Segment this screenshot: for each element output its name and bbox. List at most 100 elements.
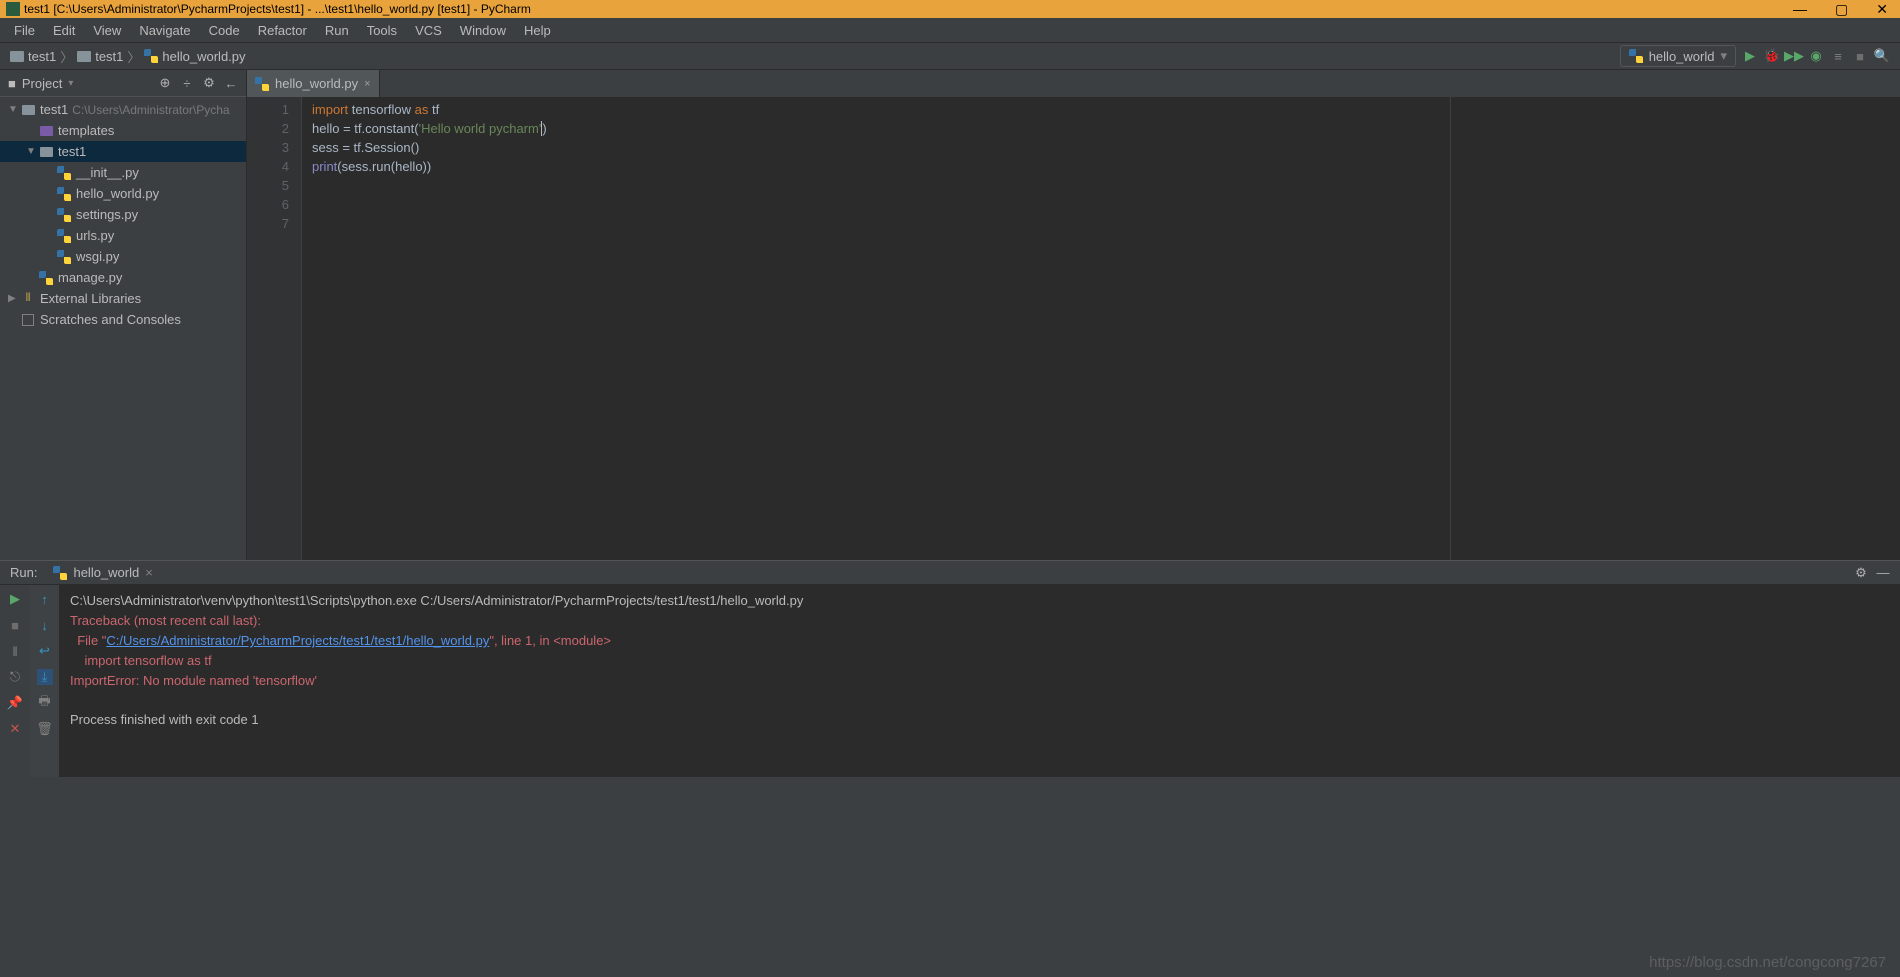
pin-button[interactable]: 📌 xyxy=(7,695,23,711)
tree-item[interactable]: __init__.py xyxy=(0,162,246,183)
tree-label: hello_world.py xyxy=(76,186,159,201)
python-icon xyxy=(56,187,72,201)
menu-edit[interactable]: Edit xyxy=(45,20,83,41)
run-config-label: hello_world xyxy=(1649,49,1715,64)
python-icon xyxy=(144,49,158,63)
breadcrumb-item[interactable]: test1 xyxy=(77,49,123,64)
tree-item[interactable]: templates xyxy=(0,120,246,141)
main-area: ■ Project ▾ ⊕ ÷ ⚙ ← ▼test1C:\Users\Admin… xyxy=(0,70,1900,560)
hide-icon[interactable]: ← xyxy=(224,76,238,90)
tree-label: wsgi.py xyxy=(76,249,119,264)
close-tab-icon[interactable]: × xyxy=(364,78,370,90)
search-button[interactable]: 🔍 xyxy=(1874,48,1890,64)
menu-navigate[interactable]: Navigate xyxy=(131,20,198,41)
folder-icon xyxy=(38,126,54,136)
down-button[interactable]: ↓ xyxy=(37,617,53,633)
tree-arrow-icon[interactable]: ▼ xyxy=(26,146,38,157)
print-button[interactable]: 🖶 xyxy=(37,695,53,711)
breadcrumb-label: hello_world.py xyxy=(162,49,245,64)
profile-button[interactable]: ◉ xyxy=(1808,48,1824,64)
breadcrumb-item[interactable]: test1 xyxy=(10,49,56,64)
navigation-bar: test1 〉 test1 〉 hello_world.py hello_wor… xyxy=(0,43,1900,70)
tree-label: settings.py xyxy=(76,207,138,222)
tree-item[interactable]: manage.py xyxy=(0,267,246,288)
python-icon xyxy=(38,271,54,285)
window-title: test1 [C:\Users\Administrator\PycharmPro… xyxy=(24,2,531,16)
tree-item[interactable]: ▶⫴ External Libraries xyxy=(0,288,246,309)
menu-code[interactable]: Code xyxy=(201,20,248,41)
close-button[interactable]: ✕ xyxy=(1876,1,1888,18)
close-tab-icon[interactable]: × xyxy=(145,565,153,580)
menu-file[interactable]: File xyxy=(6,20,43,41)
run-tab[interactable]: hello_world × xyxy=(45,563,160,582)
gear-icon[interactable]: ⚙ xyxy=(202,76,216,90)
tree-label: manage.py xyxy=(58,270,122,285)
tree-label: External Libraries xyxy=(40,291,141,306)
console-output[interactable]: C:\Users\Administrator\venv\python\test1… xyxy=(60,585,1900,777)
folder-icon xyxy=(77,51,91,62)
rerun-button[interactable]: ▶ xyxy=(7,591,23,607)
breadcrumb-label: test1 xyxy=(95,49,123,64)
python-icon xyxy=(56,166,72,180)
python-icon xyxy=(56,229,72,243)
tree-item[interactable]: settings.py xyxy=(0,204,246,225)
maximize-button[interactable]: ▢ xyxy=(1835,1,1848,18)
stop-button[interactable]: ■ xyxy=(7,617,23,633)
menu-help[interactable]: Help xyxy=(516,20,559,41)
breadcrumb-item[interactable]: hello_world.py xyxy=(144,49,245,64)
close-button[interactable]: ✕ xyxy=(7,721,23,737)
minimize-button[interactable]: — xyxy=(1793,1,1807,17)
python-icon xyxy=(56,208,72,222)
folder-icon xyxy=(38,147,54,157)
debug-button[interactable]: 🐞 xyxy=(1764,48,1780,64)
gear-icon[interactable]: ⚙ xyxy=(1854,566,1868,580)
hide-icon[interactable]: — xyxy=(1876,566,1890,580)
run-config-selector[interactable]: hello_world ▾ xyxy=(1620,45,1736,67)
run-button[interactable]: ▶ xyxy=(1742,48,1758,64)
python-icon xyxy=(53,566,67,580)
file-link[interactable]: C:/Users/Administrator/PycharmProjects/t… xyxy=(106,633,489,648)
tree-arrow-icon[interactable]: ▶ xyxy=(8,293,20,304)
tree-item[interactable]: ▼test1C:\Users\Administrator\Pycha xyxy=(0,99,246,120)
editor-tabs: hello_world.py × xyxy=(247,70,1900,97)
tree-item[interactable]: ▼test1 xyxy=(0,141,246,162)
collapse-icon[interactable]: ÷ xyxy=(180,76,194,90)
project-tree[interactable]: ▼test1C:\Users\Administrator\Pychatempla… xyxy=(0,97,246,332)
menu-tools[interactable]: Tools xyxy=(359,20,405,41)
wrap-button[interactable]: ↩ xyxy=(37,643,53,659)
tab-label: hello_world.py xyxy=(275,76,358,91)
code-content[interactable]: import tensorflow as tf hello = tf.const… xyxy=(302,97,1450,560)
tree-item[interactable]: wsgi.py xyxy=(0,246,246,267)
tree-item[interactable]: Scratches and Consoles xyxy=(0,309,246,330)
pause-button[interactable]: ‖ xyxy=(7,643,23,659)
tree-label: templates xyxy=(58,123,114,138)
chevron-down-icon[interactable]: ▾ xyxy=(68,78,73,89)
menu-refactor[interactable]: Refactor xyxy=(250,20,315,41)
tree-arrow-icon[interactable]: ▼ xyxy=(8,104,20,115)
exit-button[interactable]: ⎋ xyxy=(7,669,23,685)
target-icon[interactable]: ⊕ xyxy=(158,76,172,90)
coverage-button[interactable]: ▶▶ xyxy=(1786,48,1802,64)
gutter: 1234567 xyxy=(247,97,302,560)
menu-vcs[interactable]: VCS xyxy=(407,20,450,41)
project-panel-title: Project xyxy=(22,76,62,91)
clear-button[interactable]: 🗑 xyxy=(37,721,53,737)
menu-run[interactable]: Run xyxy=(317,20,357,41)
editor-body[interactable]: 1234567 import tensorflow as tf hello = … xyxy=(247,97,1900,560)
scratch-icon xyxy=(20,314,36,326)
tree-label: Scratches and Consoles xyxy=(40,312,181,327)
menu-window[interactable]: Window xyxy=(452,20,514,41)
tree-item[interactable]: urls.py xyxy=(0,225,246,246)
folder-icon xyxy=(20,105,36,115)
up-button[interactable]: ↑ xyxy=(37,591,53,607)
stop-button[interactable]: ■ xyxy=(1852,48,1868,64)
library-icon: ⫴ xyxy=(20,292,36,305)
attach-button[interactable]: ≡ xyxy=(1830,48,1846,64)
editor-tab[interactable]: hello_world.py × xyxy=(247,70,380,97)
menu-view[interactable]: View xyxy=(85,20,129,41)
python-icon xyxy=(1629,49,1643,63)
run-toolbar-2: ↑ ↓ ↩ ⤓ 🖶 🗑 xyxy=(30,585,60,777)
scroll-button[interactable]: ⤓ xyxy=(37,669,53,685)
tree-path: C:\Users\Administrator\Pycha xyxy=(72,103,229,117)
tree-item[interactable]: hello_world.py xyxy=(0,183,246,204)
